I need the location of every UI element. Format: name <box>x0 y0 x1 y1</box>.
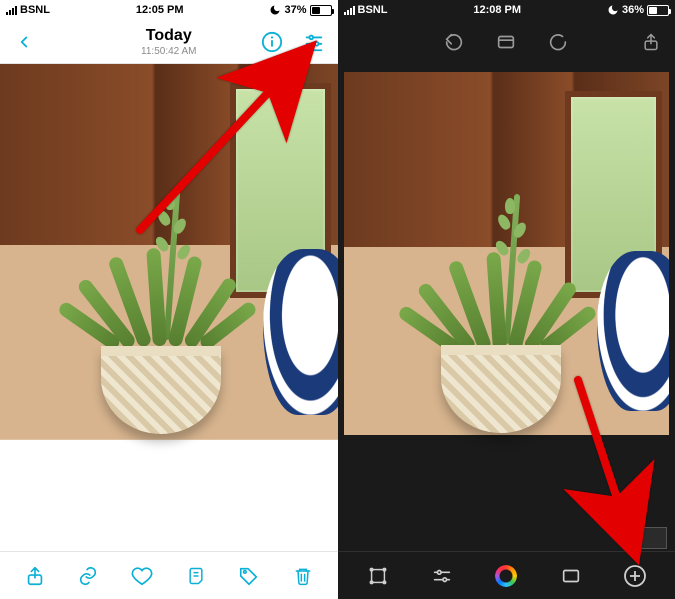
compare-original-button[interactable] <box>492 28 520 56</box>
tag-button[interactable] <box>235 562 263 590</box>
signal-icon <box>6 5 17 15</box>
photo-vase <box>263 249 337 415</box>
color-tool-button[interactable] <box>492 562 520 590</box>
status-bar: BSNL 12:05 PM 37% <box>0 0 338 20</box>
nav-subtitle: 11:50:42 AM <box>80 46 258 57</box>
status-time: 12:05 PM <box>136 4 184 16</box>
editor-top-bar <box>338 20 675 64</box>
add-effect-button[interactable] <box>621 562 649 590</box>
share-button[interactable] <box>21 562 49 590</box>
info-button[interactable] <box>258 28 286 56</box>
undo-button[interactable] <box>440 28 468 56</box>
battery-icon <box>310 5 332 16</box>
battery-icon <box>647 5 669 16</box>
carrier-label: BSNL <box>20 4 50 16</box>
status-right: 36% <box>607 4 669 16</box>
status-right: 37% <box>269 4 331 16</box>
nav-title: Today <box>80 27 258 45</box>
status-bar: BSNL 12:08 PM 36% <box>338 0 675 20</box>
history-thumb[interactable] <box>637 527 667 549</box>
editor-canvas-area[interactable] <box>338 64 675 551</box>
edit-sliders-button[interactable] <box>300 28 328 56</box>
status-left: BSNL <box>6 4 50 16</box>
redo-button[interactable] <box>544 28 572 56</box>
signal-icon <box>344 5 355 15</box>
color-ring-icon <box>495 565 517 587</box>
editor-canvas[interactable] <box>344 72 670 543</box>
crop-tool-button[interactable] <box>364 562 392 590</box>
photo[interactable] <box>0 64 338 551</box>
carrier-label: BSNL <box>358 4 388 16</box>
photo-area[interactable] <box>0 64 338 551</box>
dnd-moon-icon <box>269 4 281 16</box>
back-button[interactable] <box>10 28 38 56</box>
battery-pct: 37% <box>284 4 306 16</box>
adjust-tool-button[interactable] <box>428 562 456 590</box>
link-button[interactable] <box>74 562 102 590</box>
trash-button[interactable] <box>289 562 317 590</box>
photo-vase <box>597 251 669 411</box>
bottom-toolbar <box>0 551 338 599</box>
editor-bottom-toolbar <box>338 551 675 599</box>
nav-title-block: Today 11:50:42 AM <box>80 27 258 57</box>
note-button[interactable] <box>182 562 210 590</box>
status-time: 12:08 PM <box>473 4 521 16</box>
screen-photo-editor: BSNL 12:08 PM 36% <box>338 0 675 599</box>
screen-photo-view: BSNL 12:05 PM 37% Today 11:50:42 AM <box>0 0 338 599</box>
battery-pct: 36% <box>622 4 644 16</box>
frame-tool-button[interactable] <box>557 562 585 590</box>
nav-bar: Today 11:50:42 AM <box>0 20 338 64</box>
export-button[interactable] <box>637 28 665 56</box>
favorite-button[interactable] <box>128 562 156 590</box>
status-left: BSNL <box>344 4 388 16</box>
dnd-moon-icon <box>607 4 619 16</box>
